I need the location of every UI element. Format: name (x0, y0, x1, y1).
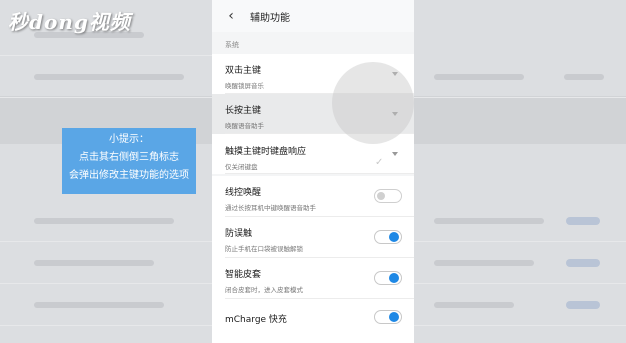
background-row (0, 200, 212, 242)
checkmark-icon: ✓ (375, 157, 384, 168)
video-watermark-logo: 秒dong视频 (8, 6, 131, 34)
background-pill (566, 301, 600, 309)
background-line (34, 74, 184, 80)
background-line (434, 302, 514, 308)
toggle-knob (389, 312, 399, 322)
touch-ripple (332, 62, 414, 144)
background-row (0, 56, 212, 98)
setting-sub: 通过长按耳机中键唤醒语音助手 (225, 204, 316, 212)
background-row (414, 56, 626, 98)
settings-screen: ‹ 辅助功能 系统 双击主键 唤醒锁屏音乐 长按主键 唤醒语音助手 触摸主键时键… (212, 0, 414, 343)
setting-sub: 仅关闭键盘 (225, 163, 258, 171)
background-pill (566, 259, 600, 267)
dropdown-triangle-icon[interactable] (392, 152, 398, 156)
toggle-knob (389, 232, 399, 242)
wired-wakeup-toggle[interactable] (374, 189, 402, 203)
smart-cover-toggle[interactable] (374, 271, 402, 285)
page-title: 辅助功能 (250, 12, 290, 24)
tip-title: 小提示： (109, 134, 149, 145)
background-line (434, 74, 524, 80)
mcharge-toggle[interactable] (374, 310, 402, 324)
background-line (34, 218, 174, 224)
setting-sub: 防止手机在口袋被误触解锁 (225, 245, 303, 253)
divider (225, 173, 414, 174)
background-line (434, 260, 534, 266)
background-row (414, 200, 626, 242)
setting-sub: 闭合皮套时，进入皮套模式 (225, 286, 303, 294)
background-line (434, 218, 544, 224)
toggle-knob (377, 192, 385, 200)
background-row (414, 242, 626, 284)
setting-wired-wakeup[interactable]: 线控唤醒 通过长按耳机中键唤醒语音助手 (212, 176, 414, 217)
setting-label: 触摸主键时键盘响应 (225, 147, 307, 157)
background-line (564, 74, 604, 80)
setting-mcharge[interactable]: mCharge 快充 (212, 299, 414, 343)
setting-anti-mistouch[interactable]: 防误触 防止手机在口袋被误触解锁 (212, 217, 414, 258)
background-row (0, 242, 212, 284)
background-row (0, 284, 212, 326)
setting-smart-cover[interactable]: 智能皮套 闭合皮套时，进入皮套模式 (212, 258, 414, 299)
anti-mistouch-toggle[interactable] (374, 230, 402, 244)
tip-line: 点击其右侧倒三角标志 (79, 152, 179, 163)
top-bar: ‹ 辅助功能 (212, 0, 414, 32)
background-right-blur (414, 0, 626, 343)
background-line (34, 302, 164, 308)
section-label: 系统 (225, 41, 239, 49)
background-row (414, 284, 626, 326)
back-arrow-icon[interactable]: ‹ (220, 8, 242, 24)
tip-line: 会弹出修改主键功能的选项 (69, 170, 189, 181)
logo-text: 秒dong视频 (8, 10, 131, 34)
background-line (34, 260, 154, 266)
toggle-knob (389, 273, 399, 283)
background-highlight (414, 96, 626, 144)
background-pill (566, 217, 600, 225)
tip-callout: 小提示： 点击其右侧倒三角标志 会弹出修改主键功能的选项 (62, 128, 196, 194)
